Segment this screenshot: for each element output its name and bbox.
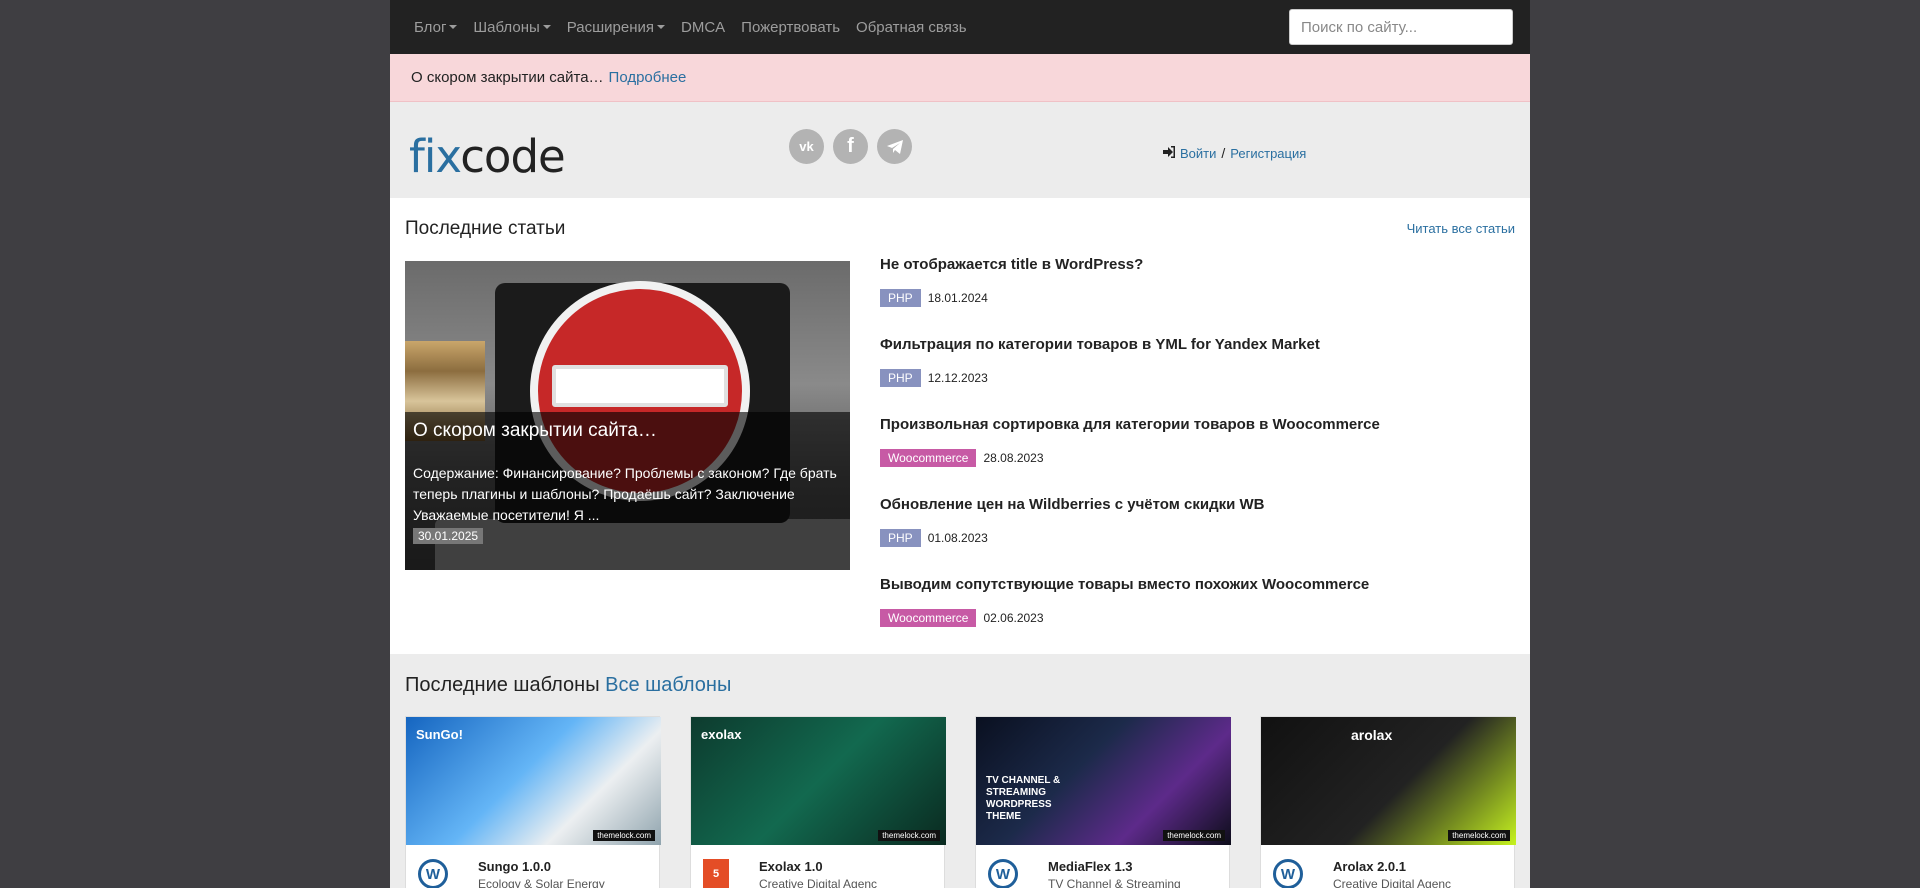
post-date: 28.08.2023 [983,451,1044,465]
login-link[interactable]: Войти [1180,146,1216,161]
post-tag[interactable]: Woocommerce [880,449,977,467]
thumbnail-text: arolax [1351,727,1393,743]
nav-dmca[interactable]: DMCA [681,19,725,36]
wordpress-icon: W [1273,859,1303,888]
nav-donate[interactable]: Пожертвовать [741,19,840,36]
post-date: 02.06.2023 [983,611,1044,625]
wordpress-icon: W [418,859,448,888]
featured-post[interactable]: О скором закрытии сайта… Содержание: Фин… [405,261,850,570]
list-item: Фильтрация по категории товаров в YML fo… [880,336,1520,416]
featured-title[interactable]: О скором закрытии сайта… [413,420,842,442]
latest-templates-section: Последние шаблоны Все шаблоны SunGo! the… [390,654,1530,888]
top-navbar: Блог Шаблоны Расширения DMCA Пожертвоват… [390,0,1530,54]
nav-templates[interactable]: Шаблоны [473,18,551,36]
logo-code: code [460,130,566,183]
post-tag[interactable]: Woocommerce [880,609,977,627]
read-all-posts-link[interactable]: Читать все статьи [1407,221,1515,236]
logo-fix: fix [409,130,461,183]
list-item: Не отображается title в WordPress? PHP 18… [880,256,1520,336]
all-templates-link[interactable]: Все шаблоны [605,674,731,696]
template-desc: Ecology & Solar Energy [478,877,605,888]
template-name[interactable]: MediaFlex 1.3 [1048,859,1181,874]
post-date: 01.08.2023 [927,531,988,545]
html5-icon: 5 [703,859,729,888]
thumbnail-stamp: themelock.com [1163,830,1225,841]
post-title[interactable]: Фильтрация по категории товаров в YML fo… [880,336,1520,353]
post-tag[interactable]: PHP [880,369,921,387]
template-card[interactable]: exolax themelock.com 5 Exolax 1.0 Creati… [690,716,946,888]
auth-links: Войти / Регистрация [1163,145,1306,161]
template-thumbnail[interactable]: SunGo! themelock.com [406,717,661,845]
thumbnail-text: TV CHANNEL & STREAMING WORDPRESS THEME [986,775,1061,822]
thumbnail-stamp: themelock.com [1448,830,1510,841]
template-card[interactable]: TV CHANNEL & STREAMING WORDPRESS THEME t… [975,716,1231,888]
stop-sign-bar [552,365,728,407]
template-desc: Creative Digital Agenc [1333,877,1452,888]
latest-posts-heading: Последние статьи [405,218,566,239]
template-thumbnail[interactable]: exolax themelock.com [691,717,946,845]
list-item: Обновление цен на Wildberries с учётом с… [880,496,1520,576]
template-name[interactable]: Arolax 2.0.1 [1333,859,1451,874]
thumbnail-text: SunGo! [416,727,463,742]
page-container: Блог Шаблоны Расширения DMCA Пожертвоват… [390,0,1530,888]
wordpress-icon: W [988,859,1018,888]
featured-excerpt: Содержание: Финансирование? Проблемы с з… [413,465,837,523]
template-thumbnail[interactable]: arolax themelock.com [1261,717,1516,845]
latest-templates-heading: Последние шаблоны Все шаблоны [405,674,731,697]
post-title[interactable]: Обновление цен на Wildberries с учётом с… [880,496,1520,513]
template-desc: Creative Digital Agenc [759,877,878,888]
closing-alert: О скором закрытии сайта… Подробнее [390,54,1530,102]
site-header: fixcode vk f Войти / Регистрация [390,102,1530,198]
template-name[interactable]: Sungo 1.0.0 [478,859,605,874]
social-links: vk f [789,129,912,164]
vk-icon[interactable]: vk [789,129,824,164]
caret-down-icon [449,25,458,29]
caret-down-icon [542,25,551,29]
alert-text: О скором закрытии сайта… [411,69,604,86]
alert-more-link[interactable]: Подробнее [609,69,687,86]
nav-templates-label: Шаблоны [473,18,540,36]
post-date: 12.12.2023 [927,371,988,385]
site-logo[interactable]: fixcode [409,130,566,183]
nav-extensions-label: Расширения [566,18,654,36]
featured-overlay: О скором закрытии сайта… Содержание: Фин… [405,412,850,570]
nav-blog-label: Блог [414,18,447,36]
list-item: Выводим сопутствующие товары вместо похо… [880,576,1520,656]
post-title[interactable]: Произвольная сортировка для категории то… [880,416,1520,433]
nav-blog[interactable]: Блог [414,18,458,36]
post-title[interactable]: Не отображается title в WordPress? [880,256,1520,273]
login-icon [1163,145,1176,161]
post-tag[interactable]: PHP [880,529,921,547]
telegram-icon[interactable] [877,129,912,164]
thumbnail-text: exolax [701,727,742,742]
register-link[interactable]: Регистрация [1230,146,1306,161]
featured-date: 30.01.2025 [413,528,484,544]
template-card[interactable]: arolax themelock.com W Arolax 2.0.1 Crea… [1260,716,1516,888]
post-date: 18.01.2024 [927,291,988,305]
nav-feedback[interactable]: Обратная связь [856,19,967,36]
post-list: Не отображается title в WordPress? PHP 18… [880,256,1520,656]
templates-grid: SunGo! themelock.com W Sungo 1.0.0 Ecolo… [405,716,1516,888]
facebook-icon[interactable]: f [833,129,868,164]
caret-down-icon [657,25,665,29]
post-title[interactable]: Выводим сопутствующие товары вместо похо… [880,576,1520,593]
search-input[interactable] [1289,9,1513,45]
template-name[interactable]: Exolax 1.0 [759,859,877,874]
template-desc: TV Channel & Streaming [1048,877,1181,888]
templates-heading-text: Последние шаблоны [405,674,600,696]
thumbnail-stamp: themelock.com [593,830,655,841]
auth-separator: / [1221,145,1226,161]
template-card[interactable]: SunGo! themelock.com W Sungo 1.0.0 Ecolo… [405,716,661,888]
template-thumbnail[interactable]: TV CHANNEL & STREAMING WORDPRESS THEME t… [976,717,1231,845]
post-tag[interactable]: PHP [880,289,921,307]
list-item: Произвольная сортировка для категории то… [880,416,1520,496]
nav-extensions[interactable]: Расширения [567,19,665,36]
thumbnail-stamp: themelock.com [878,830,940,841]
